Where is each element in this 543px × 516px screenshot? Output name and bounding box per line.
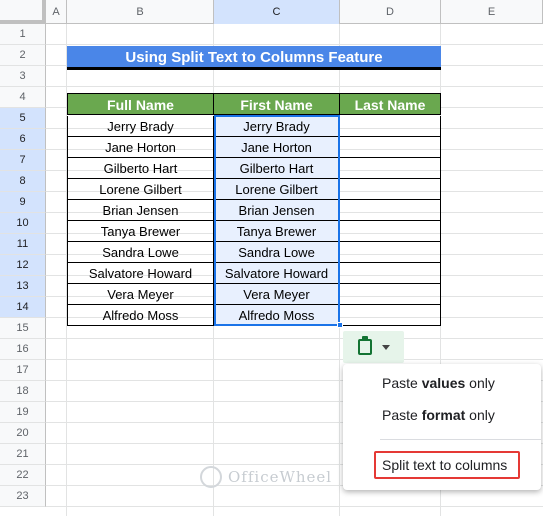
row-header[interactable]: 3 <box>0 66 46 87</box>
table-cell[interactable]: Brian Jensen <box>214 200 340 221</box>
table-cell[interactable]: Lorene Gilbert <box>214 179 340 200</box>
grid-line <box>46 338 543 339</box>
table-cell[interactable]: Sandra Lowe <box>67 242 214 263</box>
column-header-bar: A B C D E <box>0 0 543 24</box>
column-header-a[interactable]: A <box>46 0 67 24</box>
grid-line <box>46 359 543 360</box>
select-all-corner[interactable] <box>0 0 46 24</box>
row-header[interactable]: 19 <box>0 402 46 423</box>
table-cell[interactable] <box>340 116 441 137</box>
row-header[interactable]: 14 <box>0 297 46 318</box>
grid-line <box>46 86 543 87</box>
table-cell[interactable]: Salvatore Howard <box>214 263 340 284</box>
table-cell[interactable] <box>340 242 441 263</box>
row-header[interactable]: 16 <box>0 339 46 360</box>
row-header[interactable]: 23 <box>0 486 46 507</box>
row-header[interactable]: 6 <box>0 129 46 150</box>
row-header[interactable]: 5 <box>0 108 46 129</box>
table-cell[interactable]: Gilberto Hart <box>67 158 214 179</box>
paste-values-only-item[interactable]: Paste values only <box>382 375 495 391</box>
menu-item-emphasis: values <box>421 375 466 391</box>
column-header-d[interactable]: D <box>340 0 441 24</box>
row-header[interactable]: 15 <box>0 318 46 339</box>
row-header[interactable]: 12 <box>0 255 46 276</box>
table-cell[interactable] <box>340 305 441 326</box>
menu-divider <box>380 439 541 440</box>
table-header-cell[interactable]: Full Name <box>67 93 214 115</box>
spreadsheet-grid: A B C D E 1 2 3 4 5 6 7 8 9 10 11 12 13 14 15 16 17 18 19 2… <box>0 0 543 516</box>
row-header[interactable]: 4 <box>0 87 46 108</box>
column-header-e[interactable]: E <box>441 0 543 24</box>
row-header[interactable]: 2 <box>0 45 46 66</box>
table-cell[interactable] <box>340 179 441 200</box>
grid-line <box>46 506 543 507</box>
grid-line <box>46 44 543 45</box>
table-cell[interactable]: Vera Meyer <box>67 284 214 305</box>
table-cell[interactable] <box>340 263 441 284</box>
table-cell[interactable]: Alfredo Moss <box>67 305 214 326</box>
menu-item-emphasis: format <box>421 407 466 423</box>
row-header[interactable]: 1 <box>0 24 46 45</box>
row-header[interactable]: 22 <box>0 465 46 486</box>
menu-item-label: Paste <box>382 375 422 391</box>
row-header[interactable]: 18 <box>0 381 46 402</box>
watermark-logo-icon <box>200 466 222 488</box>
table-cell[interactable] <box>340 137 441 158</box>
table-header-cell[interactable]: Last Name <box>340 93 441 115</box>
row-header[interactable]: 8 <box>0 171 46 192</box>
row-header[interactable]: 11 <box>0 234 46 255</box>
table-cell[interactable]: Jerry Brady <box>67 116 214 137</box>
table-cell[interactable]: Alfredo Moss <box>214 305 340 326</box>
table-cell[interactable]: Tanya Brewer <box>214 221 340 242</box>
column-header-b[interactable]: B <box>67 0 214 24</box>
menu-item-label: only <box>465 375 495 391</box>
table-cell[interactable]: Vera Meyer <box>214 284 340 305</box>
table-cell[interactable]: Jerry Brady <box>214 116 340 137</box>
fill-handle[interactable] <box>337 322 343 328</box>
menu-item-label: only <box>465 407 495 423</box>
row-header[interactable]: 10 <box>0 213 46 234</box>
row-header[interactable]: 13 <box>0 276 46 297</box>
row-header[interactable]: 20 <box>0 423 46 444</box>
clipboard-icon <box>357 336 372 355</box>
row-header[interactable]: 17 <box>0 360 46 381</box>
table-cell[interactable]: Tanya Brewer <box>67 221 214 242</box>
table-cell[interactable] <box>340 200 441 221</box>
table-cell[interactable] <box>340 284 441 305</box>
paste-format-only-item[interactable]: Paste format only <box>382 407 495 423</box>
paste-options-button[interactable] <box>343 331 404 363</box>
sheet-title[interactable]: Using Split Text to Columns Feature <box>67 46 441 70</box>
table-cell[interactable] <box>340 158 441 179</box>
watermark: OfficeWheel <box>200 466 332 488</box>
watermark-text: OfficeWheel <box>228 468 333 486</box>
row-header[interactable]: 9 <box>0 192 46 213</box>
row-header[interactable]: 21 <box>0 444 46 465</box>
table-header-cell[interactable]: First Name <box>214 93 340 115</box>
table-cell[interactable]: Brian Jensen <box>67 200 214 221</box>
table-cell[interactable] <box>340 221 441 242</box>
paste-options-menu: Paste values only Paste format only Spli… <box>343 364 541 490</box>
split-text-to-columns-item[interactable]: Split text to columns <box>382 457 507 473</box>
column-header-c[interactable]: C <box>214 0 340 24</box>
table-cell[interactable]: Salvatore Howard <box>67 263 214 284</box>
table-cell[interactable]: Jane Horton <box>67 137 214 158</box>
caret-down-icon <box>381 344 390 350</box>
row-header[interactable]: 7 <box>0 150 46 171</box>
table-cell[interactable]: Lorene Gilbert <box>67 179 214 200</box>
table-cell[interactable]: Jane Horton <box>214 137 340 158</box>
menu-item-label: Paste <box>382 407 422 423</box>
table-cell[interactable]: Sandra Lowe <box>214 242 340 263</box>
table-cell[interactable]: Gilberto Hart <box>214 158 340 179</box>
